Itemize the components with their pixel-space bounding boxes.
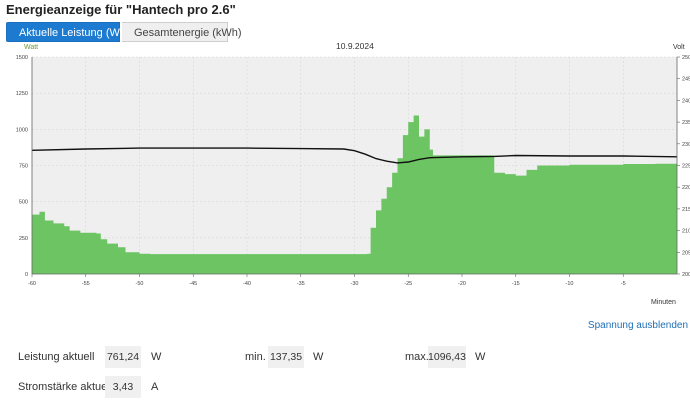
stats-panel: Leistung aktuell 761,24 W min. 137,35 W … [0,343,690,399]
x-tick-label: -25 [404,281,412,287]
y2-tick-label: 215 [682,207,690,213]
min-label: min. [245,351,266,363]
x-tick-label: -30 [351,281,359,287]
y2-tick-label: 205 [682,250,690,256]
current-value: 3,43 [105,376,141,398]
y-tick-label: 1250 [16,91,28,97]
power-label: Leistung aktuell [18,351,95,363]
x-tick-label: -35 [297,281,305,287]
power-value: 761,24 [105,346,141,368]
y2-tick-label: 240 [682,98,690,104]
x-tick-label: -50 [136,281,144,287]
y-tick-label: 250 [19,236,28,242]
x-tick-label: -5 [621,281,626,287]
chart-date: 10.9.2024 [336,41,374,51]
x-tick-label: -15 [512,281,520,287]
y2-tick-label: 230 [682,142,690,148]
current-unit: A [151,381,159,393]
x-tick-label: -45 [189,281,197,287]
x-tick-label: -10 [566,281,574,287]
y2-tick-label: 225 [682,164,690,170]
y-tick-label: 1000 [16,127,28,133]
x-tick-label: -40 [243,281,251,287]
toggle-voltage-link[interactable]: Spannung ausblenden [588,320,688,331]
y-tick-label: 500 [19,200,28,206]
x-tick-label: -20 [458,281,466,287]
tab-bar: Aktuelle Leistung (Watt) Gesamtenergie (… [6,22,242,42]
right-axis-unit: Volt [673,44,685,51]
page-title: Energieanzeige für "Hantech pro 2.6" [6,2,236,17]
y-tick-label: 750 [19,164,28,170]
y2-tick-label: 245 [682,77,690,83]
power-chart: -60 -55 -50 -45 -40 -35 -30 -25 -20 -15 -10 -5 0 250 5… [0,40,690,312]
y2-tick-label: 210 [682,229,690,235]
max-value: 1096,43 [428,346,466,368]
tab-total-energy[interactable]: Gesamtenergie (kWh) [122,22,242,42]
current-label: Stromstärke aktuell [18,381,113,393]
y-tick-label: 0 [25,272,28,278]
power-unit: W [151,351,162,363]
min-value: 137,35 [268,346,304,368]
tab-current-power[interactable]: Aktuelle Leistung (Watt) [6,22,135,42]
power-chart-svg: -60 -55 -50 -45 -40 -35 -30 -25 -20 -15 -10 -502505… [16,41,690,306]
min-unit: W [313,351,324,363]
left-axis-unit: Watt [24,44,38,51]
y2-tick-label: 220 [682,185,690,191]
y2-tick-label: 235 [682,120,690,126]
x-tick-label: -55 [82,281,90,287]
max-label: max. [405,351,429,363]
x-tick-label: -60 [28,281,36,287]
y-tick-label: 1500 [16,55,28,61]
max-unit: W [475,351,486,363]
x-axis-unit: Minuten [651,299,676,306]
y2-tick-label: 200 [682,272,690,278]
y2-tick-label: 250 [682,55,690,61]
